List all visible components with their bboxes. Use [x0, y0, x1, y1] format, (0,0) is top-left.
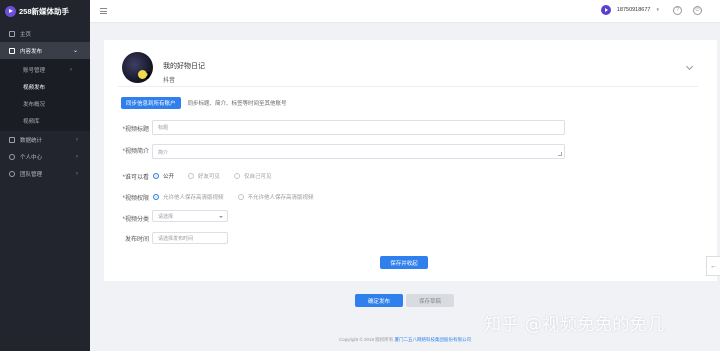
title-placeholder: 标题: [158, 125, 169, 131]
company-link[interactable]: 厦门二五八网络科技集团股份有限公司: [395, 337, 472, 342]
radio-icon: [153, 173, 159, 179]
visibility-private-radio[interactable]: 仅自己可见: [234, 172, 272, 180]
arrow-left-icon: ←: [710, 262, 717, 270]
permission-label: *视频权限: [122, 196, 149, 202]
sidebar-item-label: 视频发布: [23, 84, 46, 91]
user-phone[interactable]: 18750918677: [617, 7, 651, 13]
intro-label: *视频简介: [122, 149, 149, 155]
sidebar-item-label: 发布概况: [23, 101, 46, 108]
sidebar-item-label: 内容发布: [20, 48, 43, 55]
sidebar-item-home[interactable]: 主页: [0, 25, 90, 42]
radio-icon: [188, 173, 195, 179]
radio-label: 允许他人保存高清版视频: [163, 195, 224, 201]
visibility-label: *谁可以看: [122, 175, 149, 181]
logo-icon: [5, 5, 16, 17]
save-collapse-button[interactable]: 保存并收起: [380, 256, 428, 269]
menu-toggle-icon[interactable]: [100, 8, 107, 14]
save-draft-button[interactable]: 保存草稿: [406, 294, 454, 307]
collapse-side-tab[interactable]: ←: [706, 256, 720, 276]
account-avatar: ♪: [122, 52, 153, 83]
radio-icon: [153, 194, 159, 200]
user-area: 18750918677 ▾ ? ⏻: [600, 5, 702, 15]
category-label: *视频分类: [122, 217, 149, 223]
power-icon[interactable]: ⏻: [693, 5, 702, 15]
chevron-down-icon[interactable]: [685, 62, 694, 71]
user-icon: [9, 153, 15, 160]
visibility-friends-radio[interactable]: 好友可见: [188, 172, 220, 180]
visibility-radio-group: 公开 好友可见 仅自己可见: [153, 172, 272, 180]
sidebar-item-accounts[interactable]: 账号管理 ›: [0, 61, 90, 78]
publish-button[interactable]: 确定发布: [355, 294, 403, 307]
title-input[interactable]: 标题: [152, 120, 565, 135]
account-header[interactable]: ♪ 我的好物日记 抖音: [118, 47, 698, 87]
sidebar: 258新媒体助手 主页 内容发布 ⌄ 账号管理 › 视频发布 发布概况 视频库 …: [0, 0, 90, 351]
radio-icon: [234, 173, 241, 179]
user-avatar[interactable]: [600, 5, 611, 15]
tiktok-icon: ♪: [144, 72, 150, 79]
sub-nav: 账号管理 › 视频发布 发布概况 视频库: [0, 59, 90, 131]
dropdown-icon[interactable]: ▾: [656, 7, 659, 13]
copyright-text: Copyright © 2019 版权所有: [338, 337, 394, 342]
brand: 258新媒体助手: [0, 0, 90, 22]
radio-label: 公开: [163, 174, 175, 180]
intro-textarea[interactable]: 简介: [152, 144, 565, 159]
app-title: 258新媒体助手: [19, 6, 70, 16]
sidebar-item-label: 团队管理: [20, 171, 43, 178]
watermark: 知乎 @视频免免的免几: [484, 315, 665, 335]
caret-down-icon: [219, 216, 223, 218]
category-select[interactable]: 请选择: [152, 210, 228, 222]
sidebar-item-stats[interactable]: 数据统计 ›: [0, 131, 90, 148]
topbar: 18750918677 ▾ ? ⏻: [90, 0, 720, 23]
radio-label: 好友可见: [198, 174, 221, 180]
chevron-down-icon: ⌄: [72, 48, 78, 54]
team-icon: [9, 170, 15, 177]
footer: Copyright © 2019 版权所有 厦门二五八网络科技集团股份有限公司: [90, 337, 720, 343]
resize-handle-icon[interactable]: [558, 152, 562, 156]
chevron-right-icon: ›: [76, 153, 78, 160]
account-name: 我的好物日记: [163, 63, 205, 70]
permission-allow-radio[interactable]: 允许他人保存高清版视频: [153, 193, 224, 201]
chevron-right-icon: ›: [76, 136, 78, 143]
sidebar-item-label: 数据统计: [20, 137, 43, 144]
title-label: *视频标题: [122, 127, 149, 133]
intro-placeholder: 简介: [158, 150, 169, 156]
visibility-public-radio[interactable]: 公开: [153, 172, 174, 180]
time-placeholder: 请选择发布时间: [158, 235, 194, 242]
sidebar-item-publish-overview[interactable]: 发布概况: [0, 95, 90, 112]
home-icon: [9, 30, 15, 37]
sidebar-item-label: 视频库: [23, 118, 40, 125]
chevron-right-icon: ›: [70, 66, 72, 73]
sidebar-item-publish[interactable]: 内容发布 ⌄: [0, 42, 90, 59]
help-icon[interactable]: ?: [673, 5, 682, 15]
publish-icon: [9, 47, 15, 54]
sync-button[interactable]: 同步信息到所有账户: [121, 97, 181, 109]
account-platform: 抖音: [163, 78, 176, 84]
category-placeholder: 请选择: [158, 213, 174, 220]
publish-time-input[interactable]: 请选择发布时间: [152, 232, 228, 244]
sidebar-item-video-library[interactable]: 视频库: [0, 112, 90, 129]
chevron-right-icon: ›: [76, 170, 78, 177]
sidebar-item-profile[interactable]: 个人中心 ›: [0, 148, 90, 165]
time-label: 发布时间: [124, 237, 149, 243]
stats-icon: [9, 136, 15, 143]
sidebar-item-video-publish[interactable]: 视频发布: [0, 78, 90, 95]
radio-label: 仅自己可见: [244, 174, 272, 180]
sidebar-item-team[interactable]: 团队管理 ›: [0, 165, 90, 182]
sidebar-item-label: 个人中心: [20, 154, 43, 161]
radio-icon: [237, 194, 244, 200]
permission-radio-group: 允许他人保存高清版视频 不允许他人保存高清版视频: [153, 193, 314, 201]
permission-deny-radio[interactable]: 不允许他人保存高清版视频: [237, 193, 314, 201]
publish-card: ♪ 我的好物日记 抖音 同步信息到所有账户 同步标题、简介、标签等时间至其他账号…: [104, 40, 717, 281]
sidebar-item-label: 账号管理: [23, 67, 46, 74]
radio-label: 不允许他人保存高清版视频: [247, 195, 314, 201]
sync-description: 同步标题、简介、标签等时间至其他账号: [187, 101, 287, 107]
sidebar-item-label: 主页: [20, 31, 32, 38]
sync-row: 同步信息到所有账户 同步标题、简介、标签等时间至其他账号: [121, 97, 287, 109]
